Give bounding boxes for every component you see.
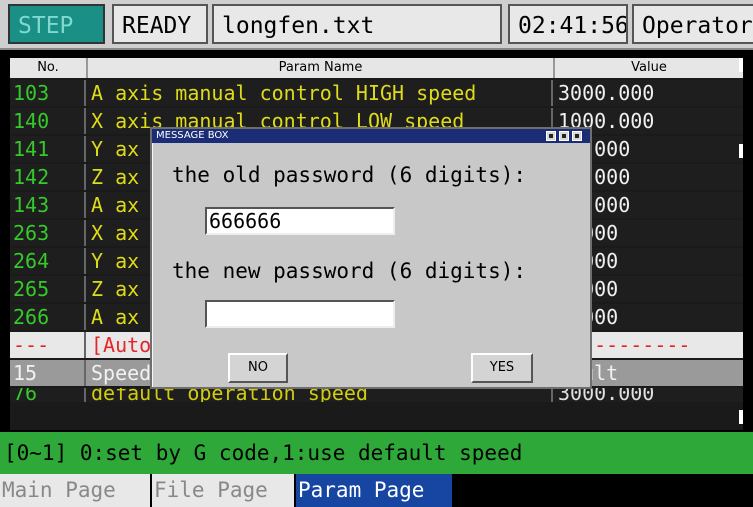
param-no: 103 bbox=[10, 80, 86, 106]
mode-indicator: STEP bbox=[8, 4, 105, 44]
param-value: 3000.000 bbox=[558, 388, 655, 402]
tab-param-page[interactable]: Param Page bbox=[296, 474, 452, 507]
table-row[interactable]: 76 default operation speed 3000.000 bbox=[10, 388, 743, 402]
dialog-titlebar[interactable]: MESSAGE BOX bbox=[152, 129, 590, 143]
user-level: Operator bbox=[632, 4, 753, 44]
column-header-name: Param Name bbox=[88, 58, 555, 78]
old-password-label: the old password (6 digits): bbox=[172, 163, 527, 187]
param-name: default operation speed bbox=[88, 388, 553, 402]
minimize-icon[interactable] bbox=[546, 131, 556, 141]
param-value: 3000.000 bbox=[558, 81, 655, 105]
yes-button[interactable]: YES bbox=[471, 353, 533, 383]
dialog-title: MESSAGE BOX bbox=[156, 130, 229, 141]
maximize-icon[interactable] bbox=[559, 131, 569, 141]
new-password-label: the new password (6 digits): bbox=[172, 259, 527, 283]
status-bar: STEP READY longfen.txt 02:41:56 Operator bbox=[0, 0, 753, 50]
old-password-input[interactable]: 666666 bbox=[205, 207, 395, 235]
scroll-mark-top bbox=[739, 58, 743, 72]
param-no: 76 bbox=[10, 388, 86, 402]
param-no: 15 bbox=[10, 360, 86, 386]
column-header-value: Value bbox=[631, 60, 667, 75]
new-password-input[interactable] bbox=[205, 300, 395, 328]
no-button[interactable]: NO bbox=[228, 353, 288, 383]
column-header-no: No. bbox=[10, 58, 88, 78]
separator-no: --- bbox=[10, 332, 86, 358]
tab-file-page[interactable]: File Page bbox=[152, 474, 294, 507]
machine-state: READY bbox=[112, 4, 208, 44]
clock: 02:41:56 bbox=[508, 4, 628, 44]
param-no: 263 bbox=[10, 220, 86, 246]
scroll-mark bbox=[739, 144, 743, 158]
param-name: A axis manual control HIGH speed bbox=[88, 80, 553, 106]
tab-main-page[interactable]: Main Page bbox=[0, 474, 150, 507]
table-row[interactable]: 103 A axis manual control HIGH speed 300… bbox=[10, 80, 743, 106]
table-header: No. Param Name Value bbox=[10, 58, 743, 78]
param-no: 141 bbox=[10, 136, 86, 162]
param-no: 143 bbox=[10, 192, 86, 218]
param-no: 264 bbox=[10, 248, 86, 274]
param-no: 266 bbox=[10, 304, 86, 330]
page-tabs: Main Page File Page Param Page bbox=[0, 474, 753, 507]
param-no: 140 bbox=[10, 108, 86, 134]
param-no: 142 bbox=[10, 164, 86, 190]
param-no: 265 bbox=[10, 276, 86, 302]
current-file: longfen.txt bbox=[212, 4, 502, 44]
param-range-hint: [0~1] 0:set by G code,1:use default spee… bbox=[4, 441, 523, 465]
help-bar: [0~1] 0:set by G code,1:use default spee… bbox=[0, 432, 753, 474]
password-dialog: MESSAGE BOX the old password (6 digits):… bbox=[150, 127, 592, 389]
close-icon[interactable] bbox=[572, 131, 582, 141]
scroll-mark-bottom bbox=[739, 410, 743, 424]
